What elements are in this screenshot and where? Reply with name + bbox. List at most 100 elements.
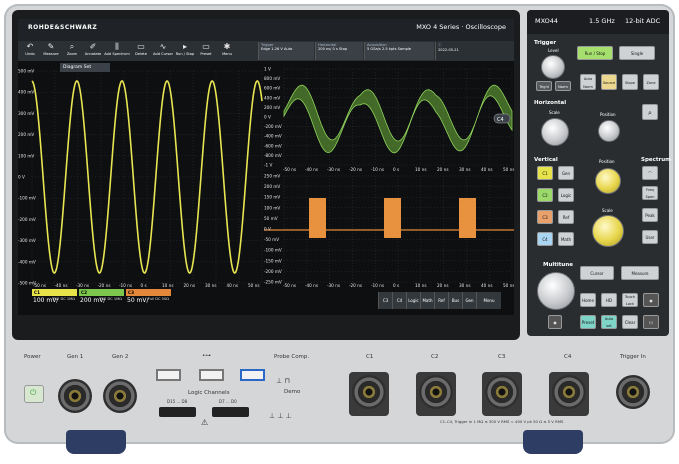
c2-key[interactable]: C2	[537, 188, 553, 202]
cursor-icon: ∿	[159, 42, 167, 51]
menu-button[interactable]: ✱ Menu	[217, 42, 237, 60]
add-cursor-button[interactable]: ∿ Add Cursor	[152, 42, 174, 60]
zoom-button[interactable]: ⌕ Zoom	[62, 42, 82, 60]
c3-connector[interactable]	[485, 375, 519, 409]
vertical-scale-knob[interactable]	[592, 215, 624, 247]
math-button[interactable]: Math	[420, 292, 434, 309]
c3-pulse	[384, 198, 401, 238]
horizontal-position-knob[interactable]	[598, 120, 620, 142]
screenshot-key[interactable]: ◉	[643, 293, 659, 307]
power-key-small[interactable]: ◉	[548, 315, 562, 329]
c1-connector[interactable]	[352, 375, 386, 409]
preset-icon: ▭	[202, 42, 210, 51]
delete-button[interactable]: ▭ Delete	[131, 42, 151, 60]
slope-key[interactable]: Slope	[622, 74, 638, 90]
logic-key[interactable]: Logic	[558, 188, 574, 202]
logic-button[interactable]: Logic	[406, 292, 420, 309]
ref-button[interactable]: Ref	[434, 292, 448, 309]
source-key[interactable]: Source	[601, 74, 617, 90]
norm-indicator: Norm	[555, 81, 571, 91]
c3-key[interactable]: C3	[537, 210, 553, 224]
c4-button[interactable]: C4	[392, 292, 406, 309]
y-tick-label: -50 mV	[264, 237, 279, 242]
x-tick-label: 10 ns	[415, 283, 427, 288]
logic-connector-b[interactable]	[212, 407, 249, 417]
x-tick-label: 30 ns	[459, 283, 471, 288]
multitune-knob[interactable]	[537, 272, 575, 310]
trigger-in-connector[interactable]	[616, 375, 650, 409]
menu-key[interactable]: Menu	[476, 292, 501, 309]
acquisition-info[interactable]: Acquisition 5 GSa/s 2.5 kpts Sample	[364, 42, 434, 60]
annotate-button[interactable]: ✐ Annotate	[83, 42, 103, 60]
channel-c3-box[interactable]: C3 50 mV/ Full DC 50Ω	[126, 289, 171, 310]
measure-key[interactable]: Measure	[621, 266, 659, 280]
home-key[interactable]: Home	[580, 293, 596, 307]
c4-key[interactable]: C4	[537, 232, 553, 246]
add-spectrum-button[interactable]: ⫼ Add Spectrum	[104, 42, 130, 60]
c4-connector[interactable]	[552, 375, 586, 409]
pen-icon: ✐	[89, 42, 97, 51]
spectrum-key[interactable]: ⌒	[642, 166, 658, 180]
run-stop-key[interactable]: Run / Stop	[577, 46, 613, 60]
clear-key[interactable]: Clear	[622, 315, 638, 329]
channel-c1-box[interactable]: C1 100 mV/ Full DC 1MΩ	[32, 289, 77, 310]
y-tick-label: -200 mV	[264, 269, 282, 274]
gen-button[interactable]: Gen	[462, 292, 476, 309]
probe-comp-terminals[interactable]: ⊥ ⊓	[276, 368, 308, 385]
magnifier-icon: ⌕	[648, 109, 652, 117]
c3-pulse	[309, 198, 326, 238]
y-tick-label: -150 mV	[264, 258, 282, 263]
trigd-indicator: Trig'd	[536, 81, 552, 91]
x-tick-label: 10 ns	[162, 283, 174, 288]
preset-button[interactable]: ▭ Preset	[196, 42, 216, 60]
horizontal-info[interactable]: Horizontal 200 ns/ 0 s Stop	[315, 42, 363, 60]
x-tick-label: -30 ns	[327, 283, 340, 288]
x-tick-label: -10 ns	[119, 283, 132, 288]
usb3-port[interactable]	[240, 369, 265, 381]
gen-key[interactable]: Gen	[558, 166, 574, 180]
power-button[interactable]: ⏻	[24, 385, 44, 403]
bus-button[interactable]: Bus	[448, 292, 462, 309]
hd-key[interactable]: HD	[601, 293, 617, 307]
run-stop-button[interactable]: ▸ Run / Stop	[175, 42, 195, 60]
vertical-position-knob[interactable]	[595, 168, 621, 194]
panel-header: MXO44 1.5 GHz 12-bit ADC	[527, 10, 669, 34]
logic-connector-a[interactable]	[159, 407, 196, 417]
y-tick-label: 400 mV	[18, 90, 34, 95]
y-tick-label: 150 mV	[264, 195, 280, 200]
freq-span-key[interactable]: Freq Span	[642, 186, 658, 200]
horizontal-scale-knob[interactable]	[541, 118, 569, 146]
user-key[interactable]: User	[642, 230, 658, 244]
trigger-info[interactable]: Trigger Edge 1.26 V Auto	[258, 42, 314, 60]
trigger-level-knob[interactable]	[541, 55, 565, 79]
auto-norm-key[interactable]: Auto Norm	[580, 74, 596, 90]
right-top-diagram[interactable]: 1 V 800 mV 600 mV 400 mV 200 mV 0 V -200 mV -40…	[264, 63, 514, 173]
peak-key[interactable]: Peak	[642, 208, 658, 222]
y-tick-label: 100 mV	[264, 205, 280, 210]
ref-key[interactable]: Ref	[558, 210, 574, 224]
math-key[interactable]: Math	[558, 232, 574, 246]
usb-port[interactable]	[156, 369, 181, 381]
zone-key[interactable]: Zone	[643, 74, 659, 90]
undo-button[interactable]: ↶ Undo	[20, 42, 40, 60]
measure-button[interactable]: ✎ Measure	[41, 42, 61, 60]
usb-port[interactable]	[199, 369, 224, 381]
channel-c2-box[interactable]: C2 200 mV/ Full DC 1MΩ	[79, 289, 124, 310]
gen2-connector[interactable]	[103, 379, 137, 413]
demo-terminals[interactable]: ⊥ ⊥ ⊥	[269, 403, 309, 420]
trash-icon: ▭	[137, 42, 145, 51]
toolbar: ↶ Undo ✎ Measure ⌕ Zoom ✐ Annotate ⫼ Add Spec…	[18, 41, 514, 61]
autoset-key[interactable]: Auto set	[601, 315, 617, 329]
zoom-key[interactable]: ⌕	[642, 104, 658, 120]
gen1-connector[interactable]	[58, 379, 92, 413]
touch-lock-key[interactable]: Touch Lock	[622, 293, 638, 307]
c3-button[interactable]: C3	[378, 292, 392, 309]
c2-connector[interactable]	[419, 375, 453, 409]
cursor-key[interactable]: Cursor	[580, 266, 614, 280]
single-key[interactable]: Single	[619, 46, 655, 60]
keypad-key[interactable]: ⁝⁝⁝	[643, 315, 659, 329]
right-bottom-diagram[interactable]: 250 mV 200 mV 150 mV 100 mV 50 mV 0 V -50 mV -1…	[264, 172, 514, 289]
preset-key[interactable]: Preset	[580, 315, 596, 329]
c1-key[interactable]: C1	[537, 166, 553, 180]
left-diagram[interactable]: 500 mV 400 mV 300 mV 200 mV 100 mV 0 V -100 mV…	[18, 63, 264, 289]
